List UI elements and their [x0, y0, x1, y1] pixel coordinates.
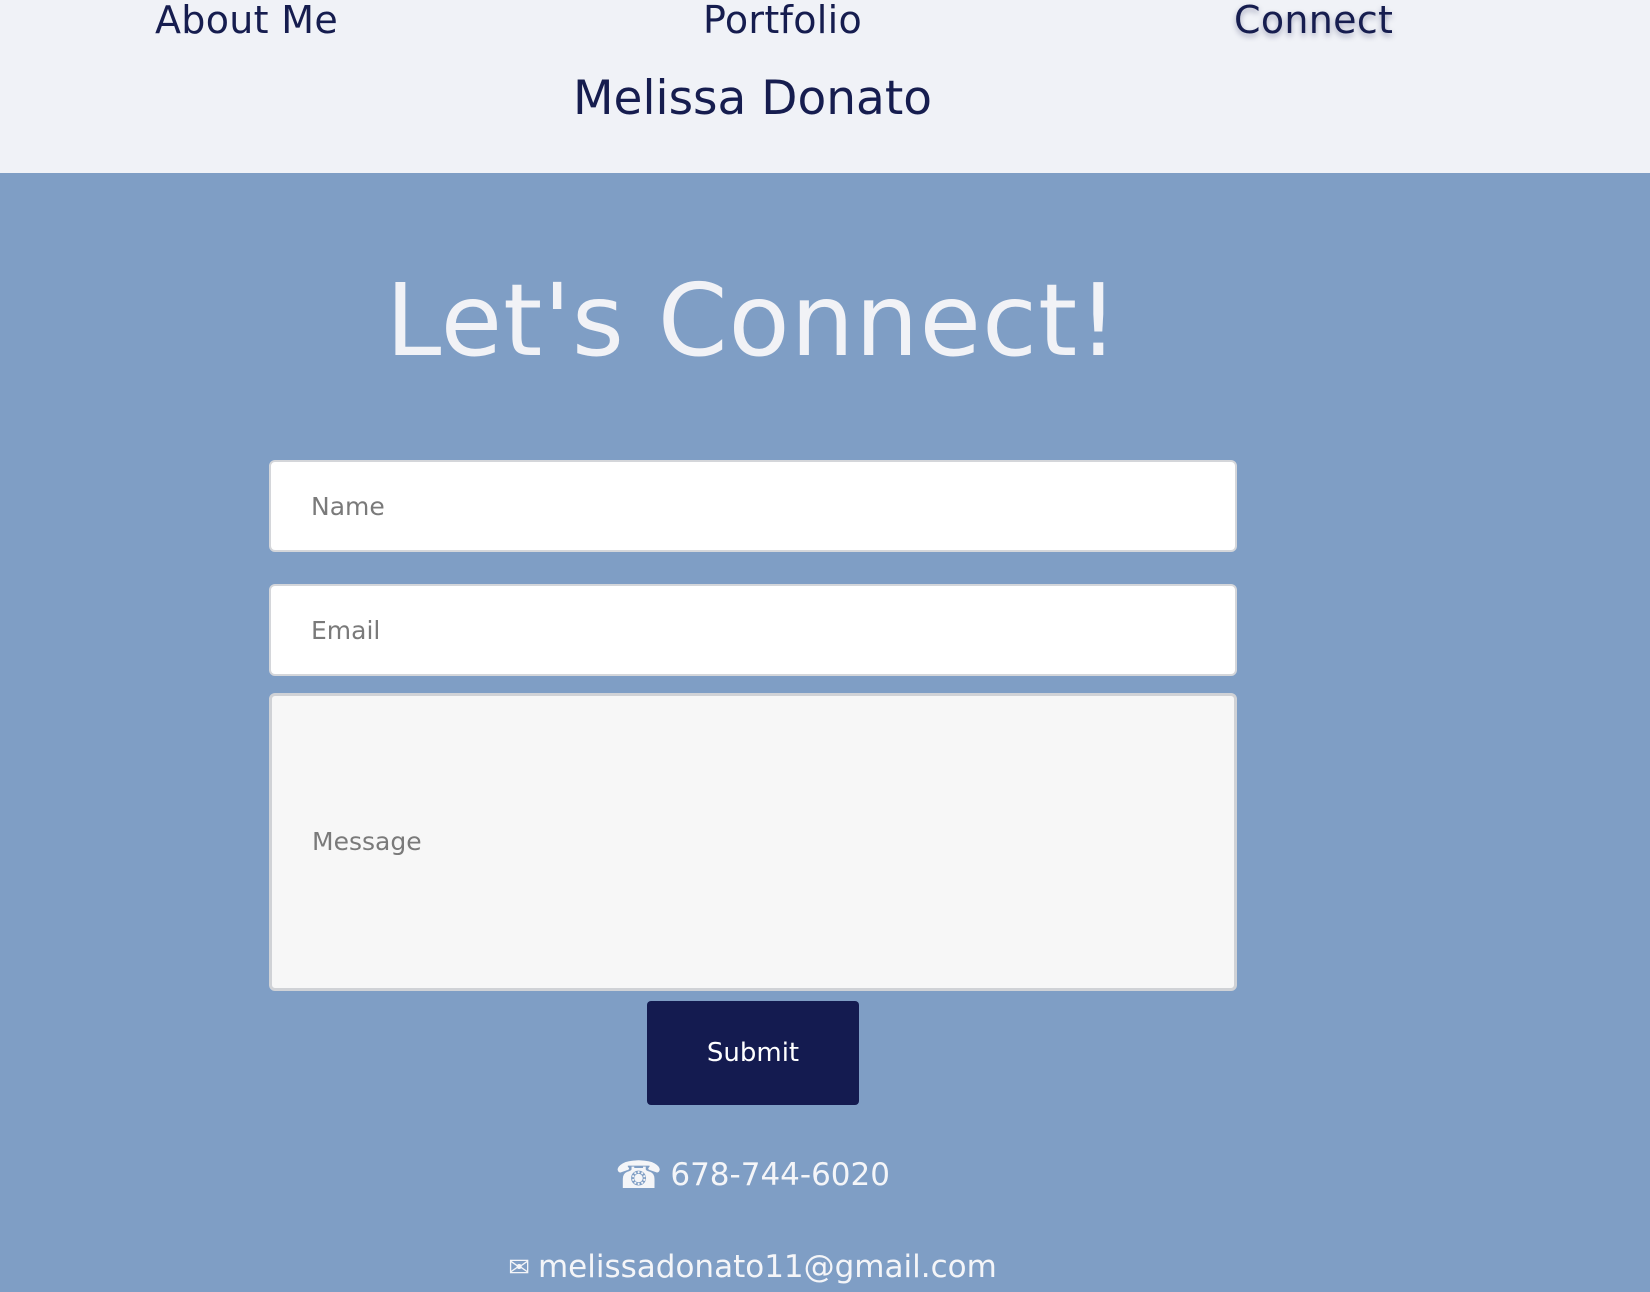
nav-link-portfolio[interactable]: Portfolio	[703, 0, 862, 44]
email-input[interactable]	[269, 584, 1237, 676]
envelope-icon: ✉	[508, 1253, 530, 1283]
telephone-icon: ☎	[615, 1153, 663, 1197]
email-address[interactable]: melissadonato11@gmail.com	[538, 1249, 997, 1285]
name-input[interactable]	[269, 460, 1237, 552]
submit-button[interactable]: Submit	[647, 1001, 859, 1105]
site-header: About Me Portfolio Connect Melissa Donat…	[0, 0, 1650, 173]
nav-link-about-me[interactable]: About Me	[155, 0, 338, 44]
phone-number: 678-744-6020	[670, 1157, 890, 1193]
message-textarea[interactable]	[269, 693, 1237, 991]
nav-link-connect[interactable]: Connect	[1234, 0, 1393, 44]
contact-section: Let's Connect! Submit ☎678-744-6020 ✉ mel…	[0, 173, 1650, 1292]
page-heading: Let's Connect!	[385, 262, 1120, 379]
email-contact: ✉ melissadonato11@gmail.com	[0, 1247, 1505, 1288]
site-title: Melissa Donato	[572, 71, 933, 126]
phone-contact: ☎ 678-744-6020	[0, 1155, 1505, 1195]
